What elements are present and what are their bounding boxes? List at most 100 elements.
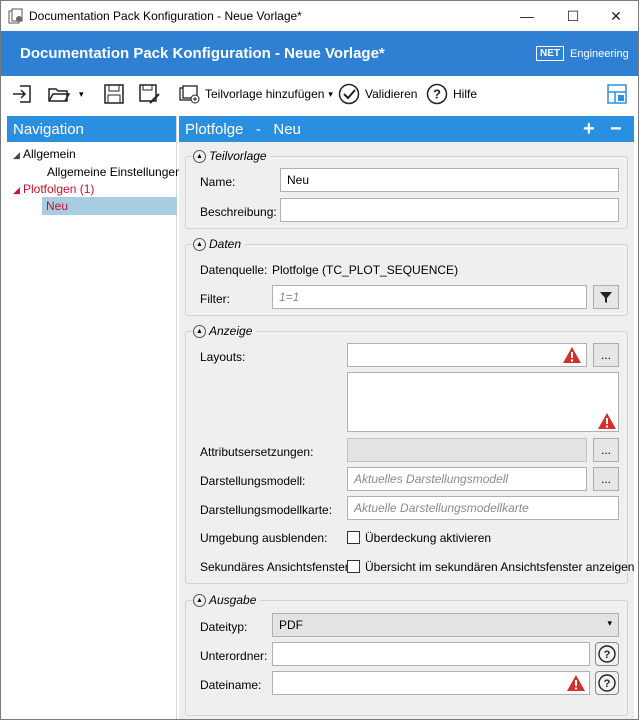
collapse-icon[interactable]: ▲ [193,237,206,251]
tree-node-plotfolgen[interactable]: ◢ Plotfolgen (1) [13,182,94,196]
group-title: Anzeige [209,324,253,338]
display-model-button[interactable]: ... [593,467,619,491]
expanded-arrow-icon[interactable]: ◢ [13,150,23,161]
overlap-checkbox-label[interactable]: Überdeckung aktivieren [365,531,491,545]
layouts-list[interactable] [347,372,619,432]
import-button[interactable] [11,82,33,106]
save-button[interactable] [103,82,125,106]
open-button[interactable]: ▾ [47,82,84,106]
main-header: Plotfolge - Neu + − [179,116,634,142]
tree-label: Neu [46,199,69,213]
banner: Documentation Pack Konfiguration - Neue … [1,31,638,76]
group-header[interactable]: ▲ Ausgabe [193,593,261,607]
group-title: Ausgabe [209,593,257,607]
filetype-value: PDF [279,618,303,632]
company-logo: NET Engineering [536,43,629,64]
filetype-select[interactable]: PDF ▾ [272,613,619,637]
svg-text:?: ? [604,649,611,661]
name-label: Name: [200,175,236,189]
filter-field[interactable]: 1=1 [272,285,587,309]
validate-button[interactable]: Validieren [338,82,417,106]
filename-label: Dateiname: [200,678,262,692]
group-anzeige: ▲ Anzeige Layouts: ... Attributsersetzung… [185,324,634,584]
group-header[interactable]: ▲ Anzeige [193,324,257,338]
chevron-down-icon: ▾ [328,88,333,99]
group-header[interactable]: ▲ Teilvorlage [193,149,271,163]
title-bar: Documentation Pack Konfiguration - Neue … [1,1,638,31]
navigation-header: Navigation [7,116,176,142]
attribute-replacements-button[interactable]: ... [593,438,619,462]
secondary-overview-checkbox[interactable] [347,560,360,573]
group-header[interactable]: ▲ Daten [193,237,246,251]
group-ausgabe: ▲ Ausgabe Dateityp: PDF ▾ Unterordner: ? … [185,593,628,716]
name-field[interactable]: Neu [280,168,619,192]
tree-node-allgemeine-einstellungen[interactable]: Allgemeine Einstellungen [47,165,182,179]
maximize-button[interactable]: ☐ [551,1,595,31]
layouts-label: Layouts: [200,350,246,364]
add-subtemplate-label: Teilvorlage hinzufügen [205,87,325,101]
help-circle-icon: ? [426,83,448,105]
save-as-button[interactable] [138,82,162,106]
tree-label: Plotfolgen (1) [23,182,95,196]
datasource-value: Plotfolge (TC_PLOT_SEQUENCE) [272,263,459,277]
layout-button[interactable] [605,82,629,106]
collapse-icon[interactable]: ▲ [193,149,206,163]
minimize-button[interactable]: — [505,1,549,31]
layouts-field[interactable] [347,343,587,367]
description-field[interactable] [280,198,619,222]
attribute-replacements-label: Attributsersetzungen: [200,445,314,459]
filter-button[interactable] [593,285,619,309]
subfolder-help-button[interactable]: ? [595,642,619,666]
group-daten: ▲ Daten Datenquelle: Plotfolge (TC_PLOT_S… [185,237,628,316]
minimize-icon: — [520,8,534,24]
tree-node-neu-selected[interactable]: Neu [42,197,177,215]
display-model-label: Darstellungsmodell: [200,474,306,488]
help-button[interactable]: ? Hilfe [426,82,477,106]
group-title: Teilvorlage [209,149,267,163]
collapse-icon[interactable]: ▲ [193,324,206,338]
application-window: Documentation Pack Konfiguration - Neue … [0,0,639,720]
chevron-down-icon: ▾ [607,618,612,628]
display-model-map-placeholder: Aktuelle Darstellungsmodellkarte [354,501,529,515]
tree-label: Allgemeine Einstellungen [47,165,182,179]
open-dropdown-arrow[interactable]: ▾ [79,89,84,100]
help-circle-icon: ? [598,645,616,663]
display-model-map-label: Darstellungsmodellkarte: [200,503,333,517]
validate-label: Validieren [365,87,418,101]
subfolder-label: Unterordner: [200,649,268,663]
expanded-arrow-icon[interactable]: ◢ [13,185,23,196]
display-model-field[interactable]: Aktuelles Darstellungsmodell [347,467,587,491]
collapse-icon[interactable]: ▲ [193,593,206,607]
close-button[interactable]: ✕ [594,1,638,31]
app-icon [8,8,23,24]
check-circle-icon [338,83,360,105]
window-title: Documentation Pack Konfiguration - Neue … [29,9,302,23]
tree-node-allgemein[interactable]: ◢ Allgemein [13,147,76,161]
help-label: Hilfe [453,87,478,101]
save-icon [104,84,124,104]
attribute-replacements-field [347,438,587,462]
add-subtemplate-button[interactable]: Teilvorlage hinzufügen ▾ [178,82,333,106]
maximize-icon: ☐ [566,7,580,24]
filename-field[interactable] [272,671,590,695]
close-icon: ✕ [610,7,622,24]
group-teilvorlage: ▲ Teilvorlage Name: Neu Beschreibung: [185,149,628,229]
warning-icon [598,413,616,429]
hide-environment-label: Umgebung ausblenden: [200,531,328,545]
filename-help-button[interactable]: ? [595,671,619,695]
filter-icon [600,292,612,303]
add-button[interactable]: + [583,118,595,140]
main-header-title: Plotfolge - Neu [185,121,301,138]
overlap-checkbox[interactable] [347,531,360,544]
warning-icon [567,675,585,691]
logo-text: Engineering [570,47,629,60]
remove-button[interactable]: − [610,118,622,140]
filter-label: Filter: [200,292,230,306]
subfolder-field[interactable] [272,642,590,666]
folder-open-icon [48,88,71,102]
layouts-browse-button[interactable]: ... [593,343,619,367]
import-icon [13,85,31,103]
display-model-map-field[interactable]: Aktuelle Darstellungsmodellkarte [347,496,619,520]
svg-text:?: ? [433,87,441,102]
secondary-overview-checkbox-label[interactable]: Übersicht im sekundären Ansichtsfenster … [365,560,634,574]
